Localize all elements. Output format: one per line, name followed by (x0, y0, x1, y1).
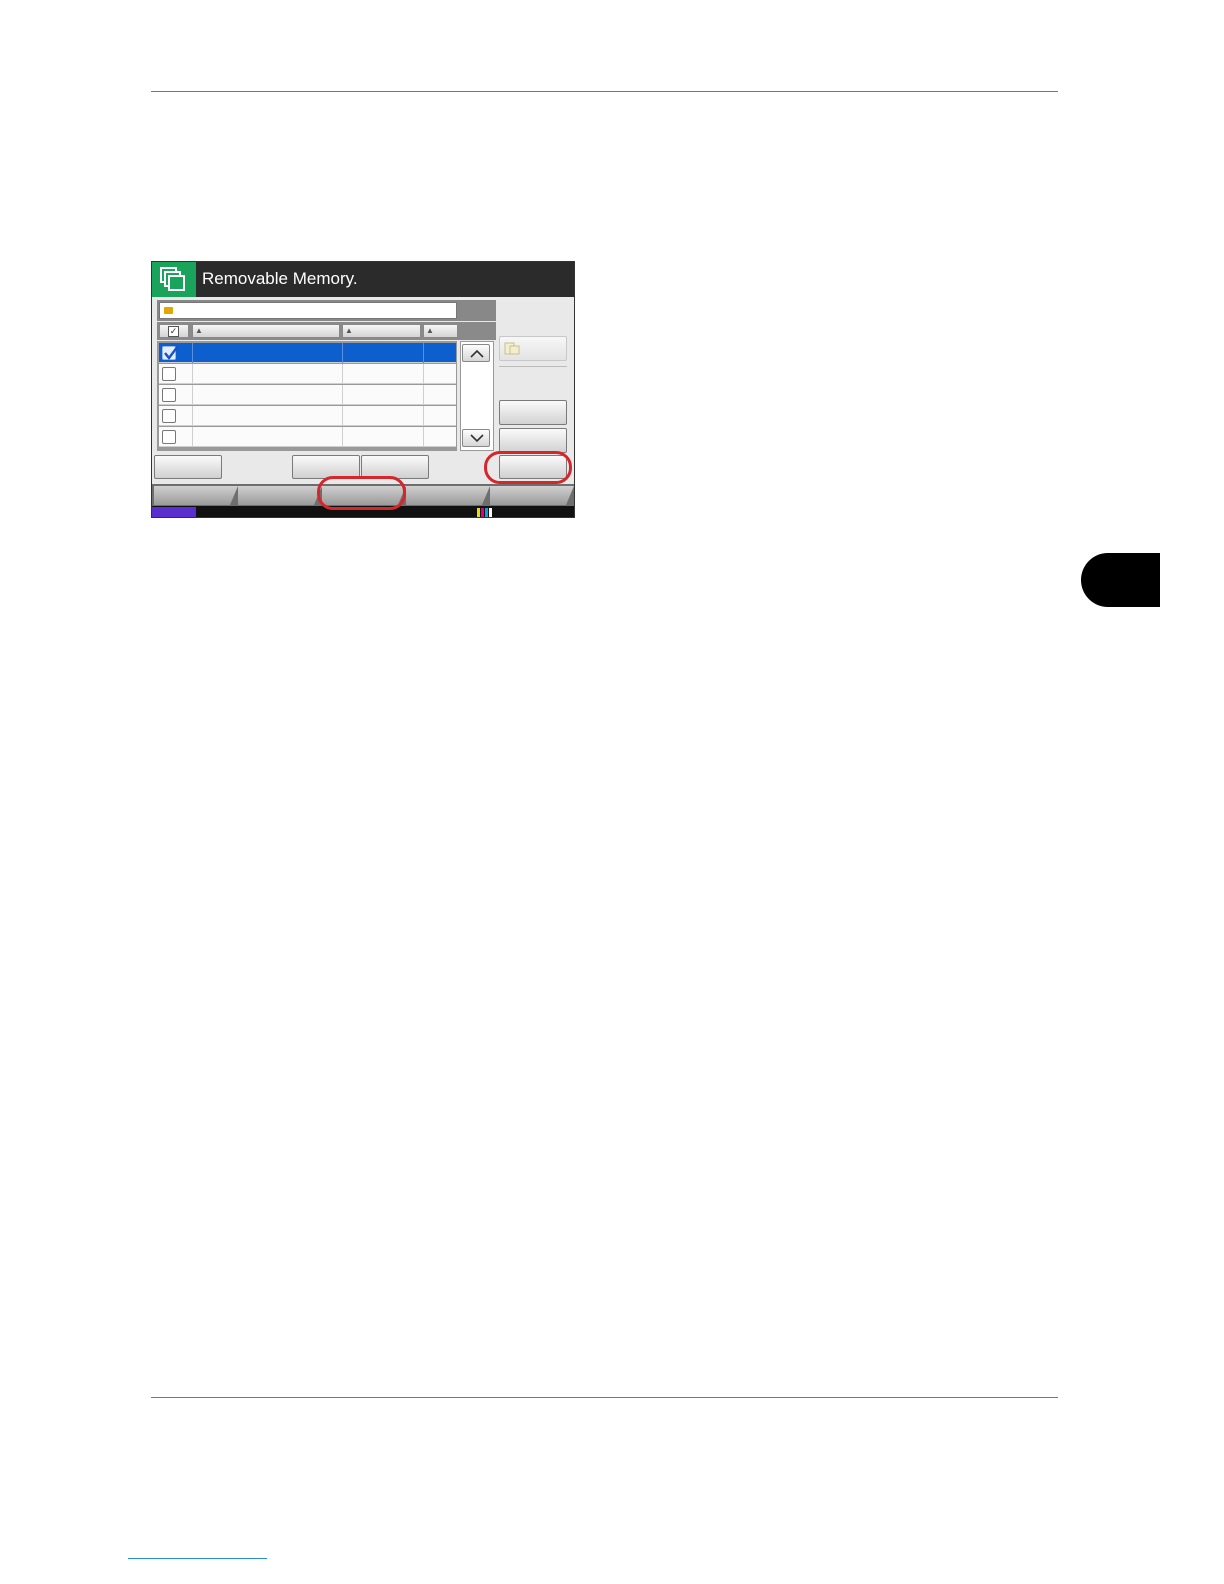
side-button-1[interactable] (499, 400, 567, 425)
scroll-up-button[interactable] (462, 344, 490, 362)
list-item[interactable] (159, 427, 456, 447)
tab-5[interactable] (490, 486, 574, 505)
checkmark-icon (164, 345, 179, 360)
select-all-checkbox[interactable]: ✓ (159, 324, 189, 338)
callout-highlight-tab (317, 476, 406, 510)
row-checkbox[interactable] (162, 388, 176, 402)
list-item[interactable] (159, 343, 456, 363)
sort-arrow-icon: ▲ (426, 326, 434, 335)
row-checkbox[interactable] (162, 409, 176, 423)
bottom-button-left[interactable] (154, 455, 222, 479)
sort-by-size-button[interactable]: ▲ (342, 324, 421, 338)
row-checkbox[interactable] (162, 345, 179, 360)
footer-rule (151, 1397, 1058, 1398)
footer-link-line (128, 1558, 267, 1559)
header-rule (151, 91, 1058, 92)
chapter-tab (1081, 553, 1160, 607)
tab-2[interactable] (238, 486, 322, 505)
scroll-down-button[interactable] (462, 429, 490, 447)
removable-memory-icon (152, 262, 196, 297)
path-bar (157, 300, 496, 321)
sort-arrow-icon: ▲ (345, 326, 353, 335)
tab-1[interactable] (154, 486, 238, 505)
tab-4[interactable] (406, 486, 490, 505)
folder-icon (164, 307, 173, 314)
sort-by-name-button[interactable]: ▲ (192, 324, 340, 338)
screen-title: Removable Memory. (202, 269, 358, 288)
divider (499, 366, 567, 367)
list-item[interactable] (159, 406, 456, 426)
list-scrollbar (460, 341, 494, 451)
row-checkbox[interactable] (162, 367, 176, 381)
toner-level-icon (477, 508, 492, 517)
check-all-icon: ✓ (168, 326, 179, 337)
status-indicator (152, 507, 196, 517)
sort-arrow-icon: ▲ (195, 326, 203, 335)
chevron-down-icon (470, 434, 484, 443)
title-bar: Removable Memory. (152, 262, 574, 297)
folder-path-field[interactable] (159, 302, 457, 319)
list-item[interactable] (159, 385, 456, 405)
callout-highlight-right-button (484, 451, 572, 484)
row-checkbox[interactable] (162, 430, 176, 444)
list-header: ✓ ▲ ▲ ▲ (157, 322, 496, 340)
chevron-up-icon (470, 349, 484, 358)
sort-by-date-button[interactable]: ▲ (423, 324, 458, 338)
open-folder-button[interactable] (499, 336, 567, 361)
folder-up-icon (504, 342, 520, 355)
list-item[interactable] (159, 364, 456, 384)
file-list (157, 341, 457, 451)
side-button-2[interactable] (499, 428, 567, 453)
